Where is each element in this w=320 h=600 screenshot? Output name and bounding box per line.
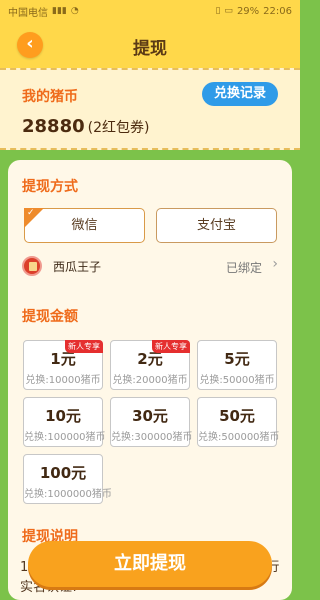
chevron-right-icon: › — [272, 256, 278, 272]
battery-text: 29% — [236, 5, 260, 17]
amount-value: 50元 — [219, 407, 255, 425]
amount-exchange: 兑换:50000猪币 — [199, 375, 275, 386]
amount-50[interactable]: 50元 兑换:500000猪币 — [197, 397, 280, 447]
alipay-option[interactable]: 支付宝 — [156, 208, 277, 243]
withdraw-card: 提现方式 ✓ 微信 支付宝 西瓜王子 已绑定 › 提现金额 1元 兑换:1000… — [8, 160, 292, 600]
amount-30[interactable]: 30元 兑换:300000猪币 — [110, 397, 193, 447]
left-border — [0, 150, 8, 600]
amount-value: 100元 — [39, 464, 87, 482]
coins-amount-row: 28880 (2红包券) — [22, 116, 149, 137]
battery-icon: ▭ — [224, 6, 233, 16]
coins-amount: 28880 — [22, 116, 85, 137]
amount-5[interactable]: 5元 兑换:50000猪币 — [197, 340, 277, 390]
amount-value: 30元 — [132, 407, 168, 425]
wifi-icon: ◔ — [70, 6, 79, 16]
amount-exchange: 兑换:1000000猪币 — [24, 489, 112, 500]
withdraw-now-button[interactable]: 立即提现 — [28, 541, 272, 587]
avatar-picture — [29, 262, 37, 271]
account-avatar — [22, 256, 42, 276]
amount-exchange: 兑换:100000猪币 — [24, 432, 106, 443]
carrier-text: 中国电信 — [8, 7, 48, 19]
amount-2[interactable]: 2元 兑换:20000猪币 新人专享 — [110, 340, 190, 390]
new-user-tag: 新人专享 — [152, 340, 190, 353]
bound-status: 已绑定 — [225, 261, 262, 275]
amount-value: 10元 — [45, 407, 81, 425]
status-left: 中国电信 ▮▮▮ ◔ — [8, 4, 79, 19]
page-title: 提现 — [133, 39, 167, 59]
coins-label: 我的猪币 — [22, 89, 78, 105]
amount-exchange: 兑换:500000猪币 — [198, 432, 280, 443]
withdraw-amount-title: 提现金额 — [22, 309, 78, 325]
coins-card: 我的猪币 兑换记录 28880 (2红包券) — [0, 68, 300, 150]
status-right: ▯ ▭ 29% 22:06 — [215, 6, 292, 17]
amount-exchange: 兑换:20000猪币 — [112, 375, 188, 386]
check-icon: ✓ — [27, 208, 35, 218]
time-text: 22:06 — [263, 5, 292, 17]
signal-icon: ▮▮▮ — [52, 6, 67, 16]
alipay-label: 支付宝 — [196, 218, 236, 233]
account-name: 西瓜王子 — [53, 260, 102, 274]
withdraw-method-title: 提现方式 — [22, 179, 78, 195]
top-header: ‹ 提现 — [0, 22, 300, 68]
wechat-label: 微信 — [71, 218, 98, 233]
status-bar: 中国电信 ▮▮▮ ◔ ▯ ▭ 29% 22:06 — [0, 0, 300, 22]
amount-1[interactable]: 1元 兑换:10000猪币 新人专享 — [23, 340, 103, 390]
amount-value: 5元 — [224, 350, 250, 368]
coins-note: (2红包券) — [87, 120, 150, 136]
exchange-history-button[interactable]: 兑换记录 — [202, 82, 278, 106]
new-user-tag: 新人专享 — [65, 340, 103, 353]
wechat-option[interactable]: ✓ 微信 — [24, 208, 145, 243]
bound-account-row[interactable]: 西瓜王子 已绑定 › — [22, 256, 278, 278]
right-border — [312, 150, 320, 600]
amount-100[interactable]: 100元 兑换:1000000猪币 — [23, 454, 112, 504]
vibrate-icon: ▯ — [215, 6, 221, 16]
amount-10[interactable]: 10元 兑换:100000猪币 — [23, 397, 106, 447]
amount-exchange: 兑换:300000猪币 — [111, 432, 193, 443]
amount-exchange: 兑换:10000猪币 — [25, 375, 101, 386]
